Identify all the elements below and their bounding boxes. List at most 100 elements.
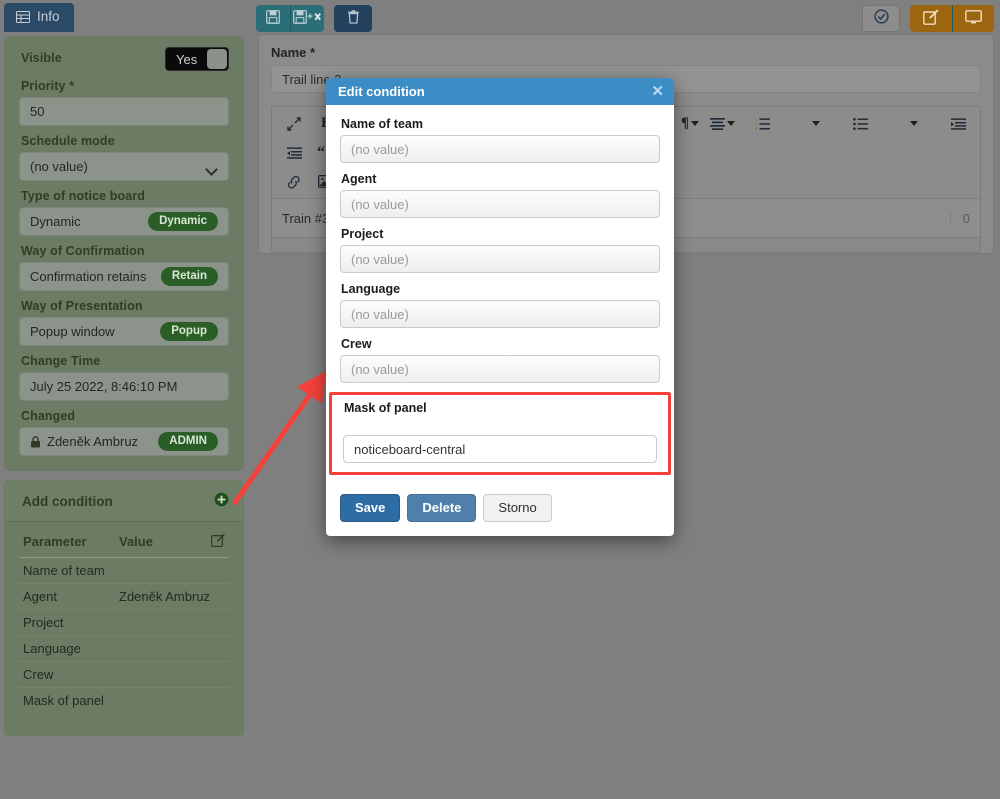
- main-toolbar: [252, 0, 1000, 34]
- close-icon[interactable]: ✕: [651, 84, 664, 99]
- edit-condition-modal: Edit condition ✕ Name of team (no value)…: [326, 78, 674, 536]
- schedule-mode-select[interactable]: (no value): [19, 152, 229, 181]
- way-presentation-badge: Popup: [160, 322, 218, 341]
- visible-toggle[interactable]: Yes: [165, 47, 229, 71]
- lock-icon: [30, 436, 41, 448]
- change-time-label: Change Time: [21, 354, 101, 368]
- row-parameter: Mask of panel: [23, 693, 104, 708]
- change-time-input[interactable]: July 25 2022, 8:46:10 PM: [19, 372, 229, 401]
- row-parameter: Crew: [23, 667, 54, 682]
- changed-badge: ADMIN: [158, 432, 218, 451]
- table-row[interactable]: Crew: [19, 662, 229, 688]
- edit-pencil-icon[interactable]: [209, 533, 225, 550]
- tab-info-label: Info: [37, 9, 60, 24]
- changed-value: Zdeněk Ambruz: [47, 434, 139, 449]
- preview-mode-button[interactable]: [952, 4, 994, 32]
- modal-language-value: (no value): [351, 306, 409, 322]
- modal-crew-field[interactable]: (no value): [340, 355, 660, 383]
- save-button-group: [256, 4, 324, 32]
- monitor-icon: [965, 9, 982, 27]
- left-sidebar: Info Visible Yes Priority * 50 Schedule …: [0, 0, 248, 799]
- validate-button[interactable]: [862, 4, 900, 32]
- row-value: Zdeněk Ambruz: [119, 589, 211, 604]
- edit-square-icon: [923, 9, 939, 28]
- save-and-close-button[interactable]: [290, 4, 324, 32]
- modal-agent-field[interactable]: (no value): [340, 190, 660, 218]
- align-icon[interactable]: [706, 111, 738, 136]
- schedule-mode-value: (no value): [30, 159, 88, 174]
- table-row[interactable]: Language: [19, 636, 229, 662]
- row-parameter: Language: [23, 641, 81, 656]
- info-panel: Visible Yes Priority * 50 Schedule mode …: [4, 36, 244, 471]
- unordered-list-icon[interactable]: [844, 111, 876, 136]
- modal-mask-of-panel-value: noticeboard-central: [354, 441, 466, 457]
- table-row[interactable]: Mask of panel: [19, 688, 229, 713]
- unordered-list-dropdown[interactable]: [898, 111, 930, 136]
- svg-text:3: 3: [755, 126, 758, 130]
- type-notice-board-input[interactable]: Dynamic Dynamic: [19, 207, 229, 236]
- way-presentation-label: Way of Presentation: [21, 299, 143, 313]
- indent-decrease-icon[interactable]: [278, 140, 310, 165]
- modal-agent-label: Agent: [341, 172, 377, 186]
- modal-footer: Save Delete Storno: [326, 487, 674, 536]
- changed-input[interactable]: Zdeněk Ambruz ADMIN: [19, 427, 229, 456]
- priority-input[interactable]: 50: [19, 97, 229, 126]
- edit-mode-button[interactable]: [910, 4, 952, 32]
- add-condition-header[interactable]: Add condition: [5, 481, 243, 522]
- type-notice-board-value: Dynamic: [30, 214, 81, 229]
- chevron-down-icon: [910, 121, 918, 126]
- floppy-disk-icon: [266, 9, 280, 27]
- way-confirmation-input[interactable]: Confirmation retains Retain: [19, 262, 229, 291]
- modal-mask-of-panel-input[interactable]: noticeboard-central: [343, 435, 657, 463]
- row-parameter: Project: [23, 615, 64, 630]
- modal-save-button[interactable]: Save: [340, 494, 401, 522]
- priority-label: Priority *: [21, 79, 75, 93]
- way-confirmation-label: Way of Confirmation: [21, 244, 145, 258]
- trash-icon: [347, 9, 360, 27]
- column-parameter: Parameter: [23, 534, 87, 549]
- right-toolbar-group: [862, 4, 994, 32]
- modal-crew-label: Crew: [341, 337, 372, 351]
- column-value: Value: [119, 534, 153, 549]
- delete-button[interactable]: [334, 4, 372, 32]
- modal-project-field[interactable]: (no value): [340, 245, 660, 273]
- paragraph-format-icon[interactable]: ¶: [674, 111, 706, 136]
- indent-icon[interactable]: [942, 111, 974, 136]
- toggle-knob: [207, 49, 227, 69]
- check-circle-icon: [873, 9, 889, 27]
- ordered-list-icon[interactable]: 123: [746, 111, 778, 136]
- visible-label: Visible: [21, 51, 62, 65]
- row-parameter: Name of team: [23, 563, 105, 578]
- link-icon[interactable]: [278, 169, 310, 194]
- modal-name-of-team-field[interactable]: (no value): [340, 135, 660, 163]
- changed-user: Zdeněk Ambruz: [30, 434, 138, 449]
- sidebar-tab-bar: Info: [0, 0, 248, 32]
- expand-icon[interactable]: [278, 111, 310, 136]
- save-button[interactable]: [256, 4, 290, 32]
- way-presentation-input[interactable]: Popup window Popup: [19, 317, 229, 346]
- floppy-disk-plus-close-icon: [292, 9, 323, 27]
- tab-info[interactable]: Info: [4, 3, 74, 32]
- view-mode-group: [910, 4, 994, 32]
- ordered-list-dropdown[interactable]: [800, 111, 832, 136]
- modal-project-value: (no value): [351, 251, 409, 267]
- chevron-down-icon: [812, 121, 820, 126]
- table-row[interactable]: Name of team: [19, 558, 229, 584]
- modal-project-label: Project: [341, 227, 384, 241]
- plus-circle-icon[interactable]: [214, 492, 229, 510]
- change-time-value: July 25 2022, 8:46:10 PM: [30, 379, 178, 394]
- modal-crew-value: (no value): [351, 361, 409, 377]
- table-row[interactable]: Project: [19, 610, 229, 636]
- schedule-mode-label: Schedule mode: [21, 134, 115, 148]
- conditions-table: Parameter Value Name of team Agent Zdeně…: [5, 522, 243, 735]
- modal-language-field[interactable]: (no value): [340, 300, 660, 328]
- conditions-panel: Add condition Parameter Value Name of te…: [4, 480, 244, 736]
- modal-storno-button[interactable]: Storno: [483, 494, 552, 522]
- modal-title: Edit condition: [338, 84, 425, 99]
- add-condition-label: Add condition: [22, 493, 113, 509]
- modal-body: Name of team (no value) Agent (no value)…: [326, 105, 674, 487]
- modal-delete-button[interactable]: Delete: [407, 494, 477, 522]
- modal-language-label: Language: [341, 282, 401, 296]
- editor-char-count: 0: [949, 210, 970, 226]
- table-row[interactable]: Agent Zdeněk Ambruz: [19, 584, 229, 610]
